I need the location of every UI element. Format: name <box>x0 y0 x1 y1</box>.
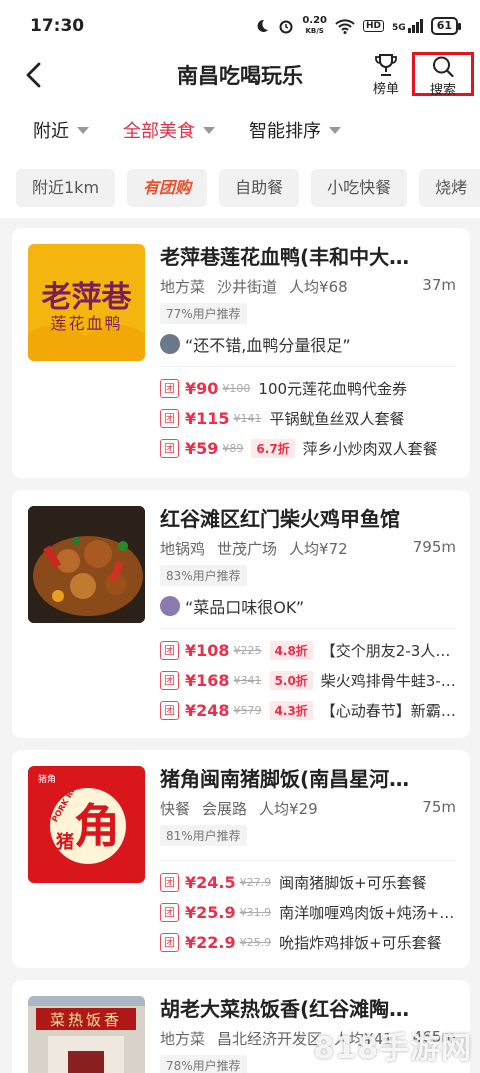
discount-badge: 4.3折 <box>269 700 313 720</box>
group-tag: 团 <box>160 932 179 952</box>
chip-group-deal[interactable]: 有团购 <box>127 169 208 207</box>
filter-nearby[interactable]: 附近 <box>33 117 89 143</box>
deal-row[interactable]: 团 ¥24.5 ¥27.9 闽南猪脚饭+可乐套餐 <box>160 867 456 897</box>
divider <box>160 860 456 861</box>
restaurant-info: 猪角闽南猪脚饭(南昌星河… 快餐 会展路 人均¥29 75m 81%用户推荐 团… <box>160 764 456 957</box>
deal-row[interactable]: 团 ¥25.9 ¥31.9 南洋咖喱鸡肉饭+炖汤+可… <box>160 897 456 927</box>
distance: 37m <box>422 276 456 294</box>
restaurant-card[interactable]: 猪角 PORK RICE 角 猪 猪角闽南猪脚饭(南昌星河… 快餐 会展路 人均… <box>12 750 470 968</box>
restaurant-name: 老萍巷莲花血鸭(丰和中大… <box>160 245 410 269</box>
distance: 795m <box>412 538 456 556</box>
recommend-badge: 77%用户推荐 <box>160 303 247 324</box>
deal-row[interactable]: 团 ¥248 ¥579 4.3折 【心动春节】新霸王… <box>160 695 456 725</box>
restaurant-photo <box>28 506 145 623</box>
deal-row[interactable]: 团¥108¥2254.8折【交个朋友2-3人餐】… <box>160 635 456 665</box>
discount-badge: 5.0折 <box>269 670 313 690</box>
hd-badge: HD <box>363 20 385 32</box>
top-nav-bar: 南昌吃喝玩乐 榜单 搜索 <box>0 52 480 102</box>
page-title: 南昌吃喝玩乐 <box>177 64 303 88</box>
chip-bbq[interactable]: 烧烤 <box>419 169 480 207</box>
search-icon <box>433 56 454 78</box>
filter-smart-sort[interactable]: 智能排序 <box>249 117 341 143</box>
avatar <box>160 334 180 354</box>
recommend-badge: 81%用户推荐 <box>160 825 247 846</box>
recommend-badge: 78%用户推荐 <box>160 1055 247 1073</box>
group-tag: 团 <box>160 872 179 892</box>
restaurant-info: 红谷滩区红门柴火鸡甲鱼馆 地锅鸡 世茂广场 人均¥72 795m 83%用户推荐… <box>160 504 456 725</box>
trophy-icon <box>375 54 397 76</box>
quick-filter-chips: 附近1km 有团购 自助餐 小吃快餐 烧烤 <box>0 158 480 218</box>
wifi-icon <box>335 19 355 34</box>
restaurant-logo: 猪角 PORK RICE 角 猪 <box>28 766 145 883</box>
chip-nearby-1km[interactable]: 附近1km <box>16 169 116 207</box>
watermark: 818手游网 <box>313 1031 472 1066</box>
battery-indicator: 61 <box>430 17 462 35</box>
restaurant-photo: 菜热饭香 <box>28 996 145 1073</box>
restaurant-meta: 地锅鸡 世茂广场 人均¥72 795m <box>160 538 456 558</box>
group-tag: 团 <box>160 902 179 922</box>
search-label: 搜索 <box>429 83 456 98</box>
restaurant-logo: 老萍巷 莲花血鸭 <box>28 244 145 361</box>
deal-row[interactable]: 团¥168¥3415.0折柴火鸡排骨牛蛙3-4人… <box>160 665 456 695</box>
restaurant-name: 猪角闽南猪脚饭(南昌星河… <box>160 767 410 791</box>
divider <box>160 628 456 629</box>
status-time: 17:30 <box>30 16 85 36</box>
rank-button[interactable]: 榜单 <box>366 52 406 97</box>
deal-row[interactable]: 团 ¥115 ¥141 平锅鱿鱼丝双人套餐 <box>160 403 456 433</box>
net-speed: 0.20 KB/S <box>302 15 328 36</box>
group-tag: 团 <box>160 700 179 720</box>
moon-icon <box>257 19 269 32</box>
group-tag: 团 <box>160 378 179 398</box>
dropdown-triangle-icon <box>203 126 215 134</box>
review-snippet: “菜品口味很OK” <box>160 594 456 618</box>
discount-badge: 6.7折 <box>251 438 295 458</box>
restaurant-name: 胡老大菜热饭香(红谷滩陶… <box>160 997 410 1021</box>
group-tag: 团 <box>160 640 179 660</box>
restaurant-card[interactable]: 红谷滩区红门柴火鸡甲鱼馆 地锅鸡 世茂广场 人均¥72 795m 83%用户推荐… <box>12 490 470 738</box>
review-snippet: “还不错,血鸭分量很足” <box>160 332 456 356</box>
filter-all-food[interactable]: 全部美食 <box>123 117 215 143</box>
alarm-icon <box>279 20 293 34</box>
group-tag: 团 <box>160 670 179 690</box>
dropdown-triangle-icon <box>77 126 89 134</box>
filter-bar: 附近 全部美食 智能排序 <box>0 102 480 158</box>
restaurant-meta: 快餐 会展路 人均¥29 75m <box>160 798 456 818</box>
distance: 75m <box>422 798 456 816</box>
avatar <box>160 596 180 616</box>
divider <box>160 366 456 367</box>
restaurant-card[interactable]: 老萍巷 莲花血鸭 老萍巷莲花血鸭(丰和中大… 地方菜 沙井街道 人均¥68 37… <box>12 228 470 478</box>
group-tag: 团 <box>160 408 179 428</box>
status-icons: 0.20 KB/S HD 5G 61 <box>254 15 462 36</box>
chip-buffet[interactable]: 自助餐 <box>219 169 300 207</box>
restaurant-name: 红谷滩区红门柴火鸡甲鱼馆 <box>160 507 400 531</box>
group-tag: 团 <box>160 438 179 458</box>
restaurant-meta: 地方菜 沙井街道 人均¥68 37m <box>160 276 456 296</box>
recommend-badge: 83%用户推荐 <box>160 565 247 586</box>
signal-icon: 5G <box>392 19 423 33</box>
discount-badge: 4.8折 <box>269 640 313 660</box>
dropdown-triangle-icon <box>329 126 341 134</box>
chip-snack[interactable]: 小吃快餐 <box>311 169 408 207</box>
deal-row[interactable]: 团 ¥59 ¥89 6.7折 萍乡小炒肉双人套餐 <box>160 433 456 463</box>
status-bar: 17:30 0.20 KB/S HD 5G 61 <box>0 0 480 52</box>
search-button[interactable]: 搜索 <box>412 52 474 98</box>
deal-row[interactable]: 团 ¥22.9 ¥25.9 吮指炸鸡排饭+可乐套餐 <box>160 927 456 957</box>
deal-row[interactable]: 团 ¥90 ¥100 100元莲花血鸭代金券 <box>160 373 456 403</box>
rank-label: 榜单 <box>372 82 399 97</box>
restaurant-info: 老萍巷莲花血鸭(丰和中大… 地方菜 沙井街道 人均¥68 37m 77%用户推荐… <box>160 242 456 463</box>
